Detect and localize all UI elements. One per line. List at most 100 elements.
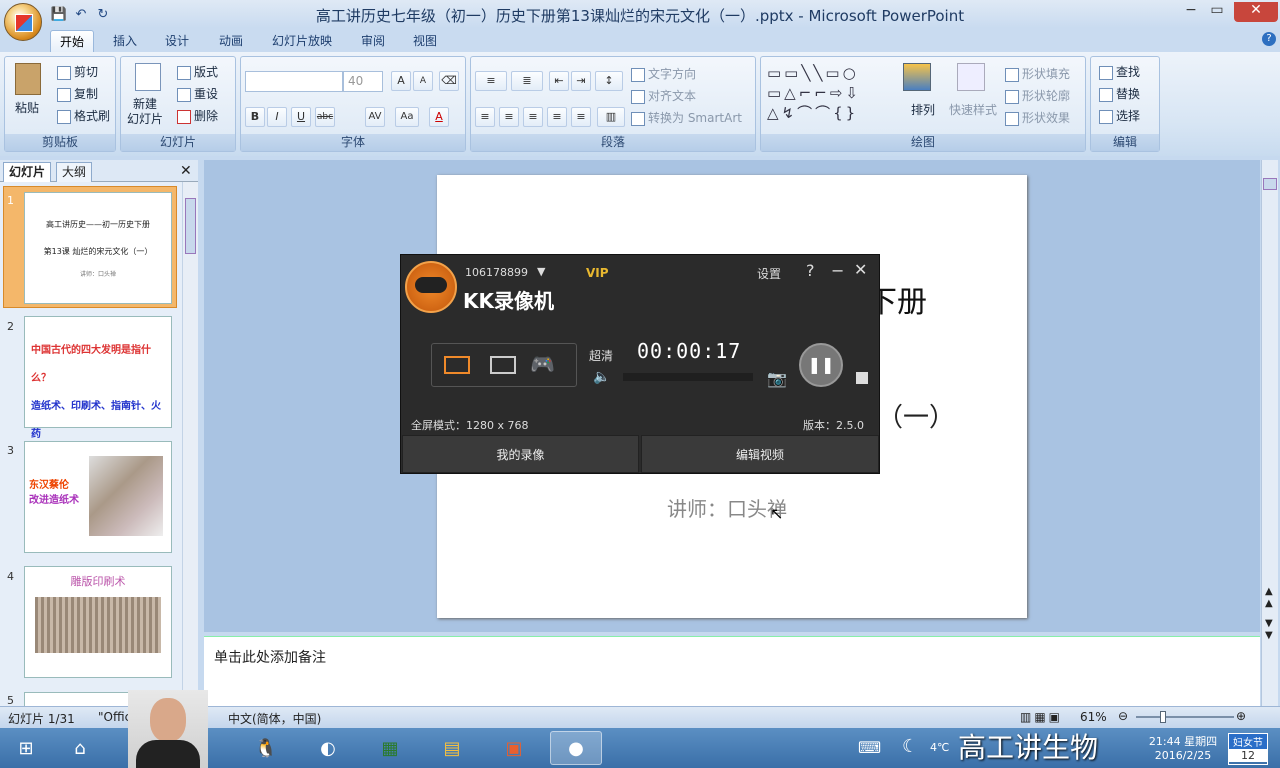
distribute-icon[interactable]: ≡ xyxy=(571,107,591,127)
zoom-thumb[interactable] xyxy=(1160,711,1166,723)
tab-design[interactable]: 设计 xyxy=(156,30,198,52)
font-color-button[interactable]: A xyxy=(429,107,449,127)
align-center-icon[interactable]: ≡ xyxy=(499,107,519,127)
pane-scrollbar[interactable] xyxy=(182,182,198,706)
char-spacing-button[interactable]: AV xyxy=(365,107,385,127)
paste-button[interactable]: 粘贴 xyxy=(15,99,39,116)
change-case-button[interactable]: Aa xyxy=(395,107,419,127)
shape-outline-button[interactable]: 形状轮廓 xyxy=(1005,87,1070,104)
kk-settings-button[interactable]: 设置 xyxy=(757,265,781,282)
reset-button[interactable]: 重设 xyxy=(177,85,218,102)
language[interactable]: 中文(简体，中国) xyxy=(228,710,321,727)
edit-video-button[interactable]: 编辑视频 xyxy=(641,435,879,473)
find-button[interactable]: 查找 xyxy=(1099,63,1140,80)
region-mode-icon[interactable] xyxy=(490,356,516,374)
kk-minimize-button[interactable]: − xyxy=(831,261,844,280)
copy-button[interactable]: 复制 xyxy=(57,85,98,102)
office-button[interactable] xyxy=(4,3,42,41)
zoom-level[interactable]: 61% xyxy=(1080,710,1107,724)
tab-insert[interactable]: 插入 xyxy=(104,30,146,52)
my-recordings-button[interactable]: 我的录像 xyxy=(402,435,639,473)
next-slide-icon[interactable]: ▼ ▼ xyxy=(1265,618,1273,642)
thumb-slide-1[interactable]: 高工讲历史——初一历史下册 第13课 灿烂的宋元文化（一） 讲师：口头禅 xyxy=(24,192,172,304)
fullscreen-mode-icon[interactable] xyxy=(444,356,470,374)
font-name-combo[interactable] xyxy=(245,71,343,92)
strike-button[interactable]: abc xyxy=(315,107,335,127)
align-left-icon[interactable]: ≡ xyxy=(475,107,495,127)
text-direction-button[interactable]: 文字方向 xyxy=(631,65,696,82)
align-text-button[interactable]: 对齐文本 xyxy=(631,87,696,104)
maximize-button[interactable]: ▭ xyxy=(1202,2,1232,22)
explorer-icon[interactable]: ▤ xyxy=(426,731,478,765)
align-right-icon[interactable]: ≡ xyxy=(523,107,543,127)
line-spacing-icon[interactable]: ↕ xyxy=(595,71,623,91)
increase-indent-icon[interactable]: ⇥ xyxy=(571,71,591,91)
pause-button[interactable]: ❚❚ xyxy=(799,343,843,387)
thumb-slide-2[interactable]: 中国古代的四大发明是指什么？ 造纸术、印刷术、指南针、火药 xyxy=(24,316,172,440)
numbering-icon[interactable]: ≣ xyxy=(511,71,543,91)
qq-icon[interactable]: 🐧 xyxy=(240,731,292,765)
arrange-button[interactable]: 排列 xyxy=(911,101,935,118)
tab-home[interactable]: 开始 xyxy=(50,30,94,52)
help-icon[interactable]: ? xyxy=(1262,32,1276,46)
keyboard-icon[interactable]: ⌨ xyxy=(858,738,881,757)
kk-recorder-taskbar-icon[interactable]: ● xyxy=(550,731,602,765)
shapes-gallery[interactable]: ▭▭╲╲▭○ ▭△⌐⌐⇨⇩ △↯⌒⌒{} xyxy=(767,63,891,123)
justify-icon[interactable]: ≡ xyxy=(547,107,567,127)
shape-fill-button[interactable]: 形状填充 xyxy=(1005,65,1070,82)
home-icon[interactable]: ⌂ xyxy=(54,731,106,765)
view-buttons-icon[interactable]: ▥▦▣ xyxy=(1020,710,1063,724)
zoom-out-icon[interactable]: ⊖ xyxy=(1118,709,1128,723)
calendar-widget[interactable]: 妇女节 12 xyxy=(1228,733,1268,765)
prev-slide-icon[interactable]: ▲ ▲ xyxy=(1265,586,1273,610)
layout-button[interactable]: 版式 xyxy=(177,63,218,80)
tab-slides-pane[interactable]: 幻灯片 xyxy=(3,162,52,182)
shrink-font-button[interactable]: A xyxy=(413,71,433,91)
camera-icon[interactable]: 📷 xyxy=(767,369,787,388)
decrease-indent-icon[interactable]: ⇤ xyxy=(549,71,569,91)
zoom-slider[interactable]: ⊖ ⊕ xyxy=(1118,709,1248,725)
browser-icon[interactable]: ◐ xyxy=(302,731,354,765)
clock-time[interactable]: 21:44 星期四 xyxy=(1144,733,1222,749)
tab-review[interactable]: 审阅 xyxy=(352,30,394,52)
excel-icon[interactable]: ▦ xyxy=(364,731,416,765)
editor-scroll-thumb[interactable] xyxy=(1263,178,1277,190)
bold-button[interactable]: B xyxy=(245,107,265,127)
quick-styles-button[interactable]: 快速样式 xyxy=(949,101,997,118)
editor-scrollbar[interactable]: ▲ ▲ ▼ ▼ xyxy=(1261,160,1278,706)
kk-close-button[interactable]: ✕ xyxy=(854,260,867,279)
columns-icon[interactable]: ▥ xyxy=(597,107,625,127)
tab-outline-pane[interactable]: 大纲 xyxy=(56,162,93,182)
gamepad-icon[interactable]: 🎮 xyxy=(530,352,555,376)
kk-account[interactable]: 106178899 xyxy=(465,266,528,279)
tab-slideshow[interactable]: 幻灯片放映 xyxy=(264,30,340,52)
volume-icon[interactable]: 🔈 xyxy=(593,369,610,385)
vip-badge[interactable]: VIP xyxy=(586,266,609,280)
thumb-slide-3[interactable]: 东汉蔡伦 改进造纸术 xyxy=(24,441,172,553)
tab-animations[interactable]: 动画 xyxy=(208,30,254,52)
new-slide-button[interactable]: 新建 幻灯片 xyxy=(127,97,163,127)
thumb-slide-4[interactable]: 雕版印刷术 xyxy=(24,566,172,678)
powerpoint-icon[interactable]: ▣ xyxy=(488,731,540,765)
kk-quality[interactable]: 超清 xyxy=(589,347,613,364)
underline-button[interactable]: U xyxy=(291,107,311,127)
grow-font-button[interactable]: A xyxy=(391,71,411,91)
select-button[interactable]: 选择 xyxy=(1099,107,1140,124)
tab-view[interactable]: 视图 xyxy=(404,30,446,52)
shape-effects-button[interactable]: 形状效果 xyxy=(1005,109,1070,126)
cut-button[interactable]: 剪切 xyxy=(57,63,98,80)
close-button[interactable]: ✕ xyxy=(1234,2,1278,22)
smartart-button[interactable]: 转换为 SmartArt xyxy=(631,109,742,126)
kk-volume-bar[interactable] xyxy=(623,373,753,381)
clock-date[interactable]: 2016/2/25 xyxy=(1144,749,1222,762)
replace-button[interactable]: 替换 xyxy=(1099,85,1140,102)
chevron-down-icon[interactable]: ▼ xyxy=(537,265,545,278)
clear-format-icon[interactable]: ⌫ xyxy=(439,71,459,91)
font-size-combo[interactable]: 40 xyxy=(343,71,383,92)
start-icon[interactable]: ⊞ xyxy=(0,731,52,765)
format-painter-button[interactable]: 格式刷 xyxy=(57,107,110,124)
zoom-in-icon[interactable]: ⊕ xyxy=(1236,709,1246,723)
delete-button[interactable]: 删除 xyxy=(177,107,218,124)
kk-help-button[interactable]: ? xyxy=(806,261,815,280)
pane-scroll-thumb[interactable] xyxy=(185,198,196,254)
